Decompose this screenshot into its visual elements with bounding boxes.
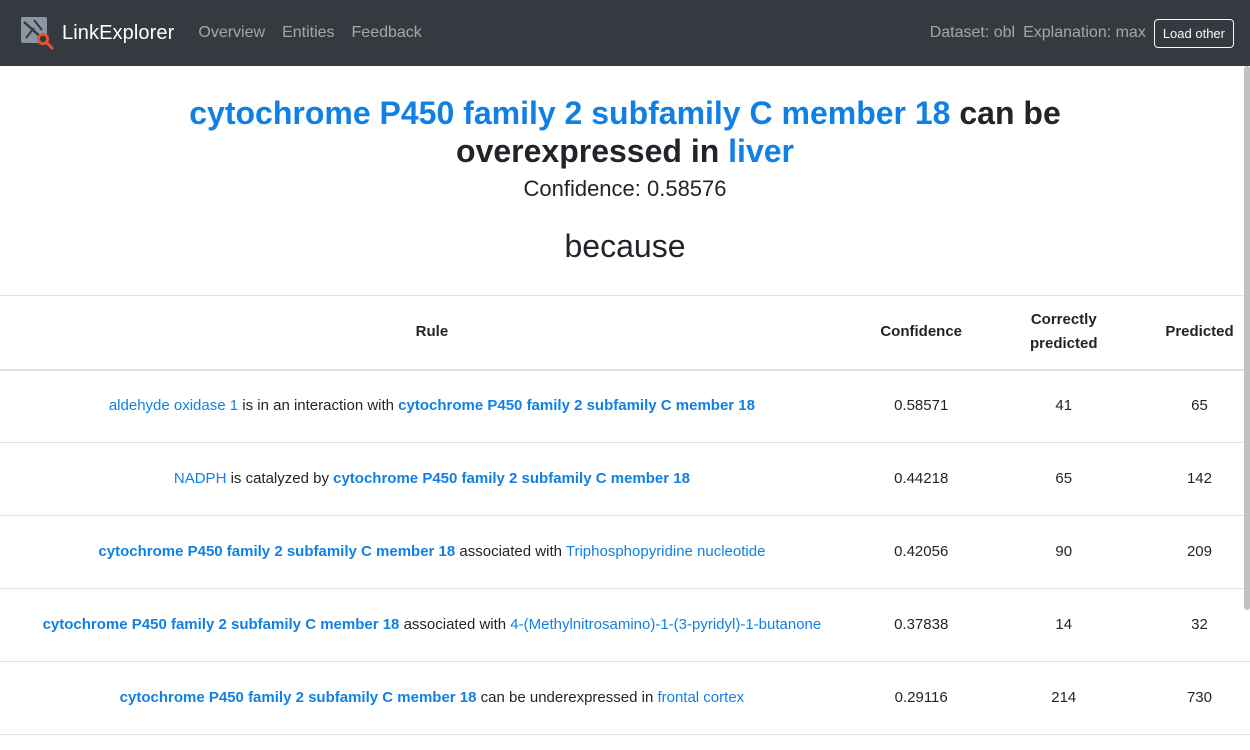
- dataset-label: Dataset: obl: [929, 24, 1016, 41]
- predicted-cell: 142: [1148, 442, 1250, 516]
- header-correctly-predicted[interactable]: Correctly predicted: [978, 295, 1149, 371]
- confidence-cell: 0.58571: [863, 369, 979, 443]
- correctly-predicted-cell: 90: [978, 515, 1149, 589]
- rule-entity-link[interactable]: cytochrome P450 family 2 subfamily C mem…: [120, 689, 477, 706]
- rule-entity-link[interactable]: cytochrome P450 family 2 subfamily C mem…: [333, 470, 690, 487]
- rule-cell: cytochrome P450 family 2 subfamily C mem…: [0, 588, 864, 662]
- rule-entity-link[interactable]: NADPH: [174, 470, 227, 487]
- confidence-cell: 0.44218: [863, 442, 979, 516]
- header-correct-line2: predicted: [1030, 335, 1098, 353]
- header-confidence[interactable]: Confidence: [863, 295, 979, 371]
- correctly-predicted-cell: 41: [978, 369, 1149, 443]
- link-explorer-logo-icon: [21, 17, 54, 50]
- rule-relation-text: associated with: [455, 543, 566, 560]
- nav-overview[interactable]: Overview: [198, 24, 265, 42]
- table-row: cytochrome P450 family 2 subfamily C mem…: [0, 588, 1250, 662]
- table-row: cytochrome P450 family 2 subfamily C mem…: [0, 515, 1250, 589]
- predicted-cell: 730: [1148, 661, 1250, 735]
- table-row: cytochrome P450 family 2 subfamily C mem…: [0, 661, 1250, 735]
- rule-entity-link[interactable]: cytochrome P450 family 2 subfamily C mem…: [398, 397, 755, 414]
- confidence-cell: 0.37838: [863, 588, 979, 662]
- rule-entity-link[interactable]: aldehyde oxidase 1: [109, 397, 238, 414]
- rule-entity-link[interactable]: Triphosphopyridine nucleotide: [566, 543, 766, 560]
- rule-cell: cytochrome P450 family 2 subfamily C mem…: [0, 661, 864, 735]
- prediction-confidence: Confidence: 0.58576: [523, 176, 727, 201]
- prediction-headline: cytochrome P450 family 2 subfamily C mem…: [95, 94, 1155, 170]
- rules-table: Rule Confidence Correctly predicted Pred…: [0, 295, 1250, 735]
- rule-entity-link[interactable]: frontal cortex: [657, 689, 744, 706]
- subject-entity-link[interactable]: cytochrome P450 family 2 subfamily C mem…: [189, 95, 950, 131]
- rule-entity-link[interactable]: 4-(Methylnitrosamino)-1-(3-pyridyl)-1-bu…: [510, 616, 821, 633]
- page-scrollbar[interactable]: [1244, 66, 1250, 610]
- nav-right: Dataset: obl Explanation: max Load other: [929, 18, 1234, 48]
- header-correct-line1: Correctly: [1030, 311, 1097, 329]
- rule-relation-text: is catalyzed by: [226, 470, 334, 487]
- rule-relation-text: is in an interaction with: [238, 397, 399, 415]
- rules-table-body: aldehyde oxidase 1 is in an interaction …: [0, 369, 1250, 735]
- nav-feedback[interactable]: Feedback: [352, 24, 422, 42]
- rule-cell: cytochrome P450 family 2 subfamily C mem…: [0, 515, 864, 589]
- predicted-cell: 32: [1148, 588, 1250, 662]
- confidence-cell: 0.42056: [863, 515, 979, 589]
- predicted-cell: 209: [1148, 515, 1250, 589]
- object-entity-link[interactable]: liver: [728, 133, 794, 169]
- predicted-cell: 65: [1148, 369, 1250, 443]
- because-heading: because: [564, 228, 686, 264]
- correctly-predicted-cell: 65: [978, 442, 1149, 516]
- confidence-cell: 0.29116: [863, 661, 979, 735]
- table-row: aldehyde oxidase 1 is in an interaction …: [0, 369, 1250, 443]
- rule-relation-text: associated with: [399, 616, 511, 633]
- rule-entity-link[interactable]: cytochrome P450 family 2 subfamily C mem…: [98, 543, 455, 560]
- table-header-row: Rule Confidence Correctly predicted Pred…: [0, 295, 1250, 371]
- table-row: NADPH is catalyzed by cytochrome P450 fa…: [0, 442, 1250, 516]
- brand-link[interactable]: LinkExplorer: [20, 16, 174, 50]
- brand-name: LinkExplorer: [62, 21, 175, 44]
- load-other-button[interactable]: Load other: [1153, 18, 1234, 48]
- rule-cell: aldehyde oxidase 1 is in an interaction …: [0, 369, 864, 443]
- nav-links: Overview Entities Feedback: [198, 24, 438, 42]
- rule-cell: NADPH is catalyzed by cytochrome P450 fa…: [0, 442, 864, 516]
- rule-entity-link[interactable]: cytochrome P450 family 2 subfamily C mem…: [43, 616, 400, 633]
- rule-relation-text: can be underexpressed in: [476, 689, 658, 706]
- header-rule[interactable]: Rule: [0, 295, 864, 371]
- correctly-predicted-cell: 214: [978, 661, 1149, 735]
- nav-entities[interactable]: Entities: [282, 24, 334, 42]
- top-navbar: LinkExplorer Overview Entities Feedback …: [0, 0, 1250, 66]
- explanation-label: Explanation: max: [1023, 24, 1146, 41]
- correctly-predicted-cell: 14: [978, 588, 1149, 662]
- header-predicted[interactable]: Predicted: [1148, 295, 1250, 371]
